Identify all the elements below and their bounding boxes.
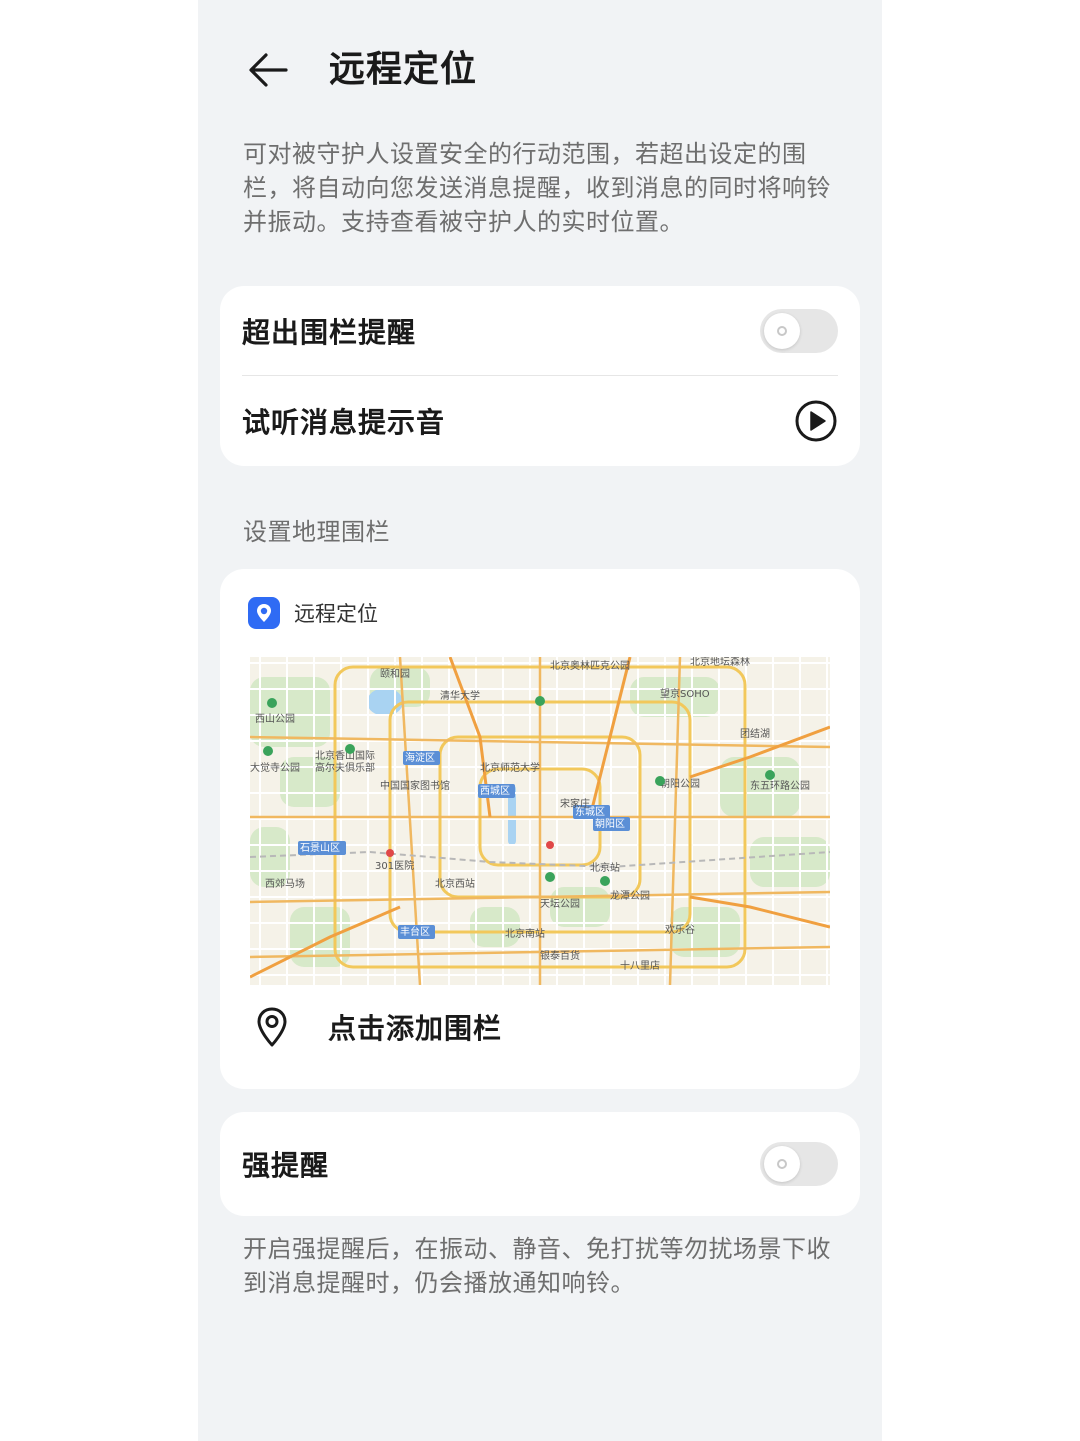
city-map: 颐和园清华大学 北京奥林匹克公园 北京地坛森林望京SOHO 西山公园北京香山国际高尔夫… xyxy=(250,657,830,985)
map-place-label: 北京师范大学 xyxy=(480,761,540,774)
strong-alert-toggle[interactable] xyxy=(760,1142,838,1186)
map-place-label: 北京西站 xyxy=(435,877,475,890)
map-place-label: 北京香山国际 xyxy=(315,749,375,762)
map-place-label: 301医院 xyxy=(375,859,414,872)
map-place-label: 天坛公园 xyxy=(540,898,580,910)
fence-alert-label: 超出围栏提醒 xyxy=(242,316,417,349)
map-poi-marker xyxy=(386,849,394,857)
arrow-left-icon xyxy=(249,53,288,87)
map-place-label: 中国国家图书馆 xyxy=(380,779,450,792)
map-place-label: 西郊马场 xyxy=(265,877,305,890)
map-place-label: 银泰百货 xyxy=(540,949,580,962)
map-lake xyxy=(367,688,403,716)
map-place-label: 北京奥林匹克公园 xyxy=(550,659,630,672)
preview-sound-label: 试听消息提示音 xyxy=(242,406,446,439)
toggle-knob xyxy=(764,313,800,349)
map-place-label: 北京地坛森林 xyxy=(690,657,750,668)
map-place-label: 丰台区 xyxy=(400,925,430,938)
map-park-marker xyxy=(545,872,555,882)
alert-settings-card: 超出围栏提醒 试听消息提示音 xyxy=(220,286,860,466)
map-place-label: 海淀区 xyxy=(405,751,435,764)
page-title: 远程定位 xyxy=(329,49,478,90)
map-park-marker xyxy=(263,746,273,756)
map-park-marker xyxy=(600,876,610,886)
play-sound-button[interactable] xyxy=(794,399,838,443)
map-place-label: 宋家庄 xyxy=(560,797,590,810)
map-place-label: 大觉寺公园 xyxy=(250,761,300,774)
map-place-label: 十八里店 xyxy=(620,959,660,972)
map-park-marker xyxy=(655,776,665,786)
map-view[interactable]: 颐和园清华大学 北京奥林匹克公园 北京地坛森林望京SOHO 西山公园北京香山国际 高尔夫… xyxy=(250,657,830,985)
map-place-label: 颐和园 xyxy=(380,668,410,680)
map-park-marker xyxy=(345,744,355,754)
map-park-marker xyxy=(535,696,545,706)
map-place-label: 西城区 xyxy=(480,785,510,797)
map-place-label: 北京南站 xyxy=(505,927,545,940)
toggle-knob xyxy=(764,1146,800,1182)
map-place-label: 朝阳公园 xyxy=(660,778,700,790)
map-place-label: 朝阳区 xyxy=(595,818,625,830)
add-fence-button[interactable]: 点击添加围栏 xyxy=(250,1005,502,1049)
map-park-marker xyxy=(765,770,775,780)
page-description: 可对被守护人设置安全的行动范围，若超出设定的围栏，将自动向您发送消息提醒，收到消… xyxy=(243,140,831,236)
map-place-label: 清华大学 xyxy=(440,689,480,702)
map-pin-outline-icon xyxy=(257,1007,287,1047)
app-header: 远程定位 xyxy=(198,0,882,140)
map-place-label: 高尔夫俱乐部 xyxy=(315,761,375,774)
map-park-area xyxy=(470,907,520,947)
map-app-name: 远程定位 xyxy=(294,602,378,626)
map-place-label: 望京SOHO xyxy=(660,687,710,700)
map-park-marker xyxy=(267,698,277,708)
map-poi-marker xyxy=(546,841,554,849)
map-place-label: 团结湖 xyxy=(740,727,770,740)
geofence-card: 远程定位 颐和园清华大学 北京奥林匹克公园 北京地坛森林望京SOHO 西山公园北京香山… xyxy=(220,569,860,1089)
map-card-header: 远程定位 xyxy=(248,597,378,629)
map-place-label: 东五环路公园 xyxy=(750,779,810,792)
screen: 远程定位 可对被守护人设置安全的行动范围，若超出设定的围栏，将自动向您发送消息提… xyxy=(198,0,882,1441)
map-place-label: 石景山区 xyxy=(300,842,340,854)
add-fence-label: 点击添加围栏 xyxy=(328,1012,503,1045)
map-place-label: 西山公园 xyxy=(255,713,295,725)
play-circle-icon xyxy=(795,400,837,442)
strong-alert-row: 强提醒 xyxy=(242,1119,838,1209)
fence-alert-row: 超出围栏提醒 xyxy=(242,286,838,376)
strong-alert-label: 强提醒 xyxy=(242,1149,330,1182)
preview-sound-row[interactable]: 试听消息提示音 xyxy=(242,376,838,466)
back-button[interactable] xyxy=(242,46,294,94)
map-place-label: 龙潭公园 xyxy=(610,889,650,902)
map-place-label: 欢乐谷 xyxy=(665,923,695,936)
map-place-label: 北京站 xyxy=(590,861,620,874)
strong-alert-note: 开启强提醒后，在振动、静音、免打扰等勿扰场景下收到消息提醒时，仍会播放通知响铃。 xyxy=(243,1235,831,1297)
geofence-section-title: 设置地理围栏 xyxy=(243,518,390,546)
location-pin-icon xyxy=(248,597,280,629)
fence-alert-toggle[interactable] xyxy=(760,309,838,353)
strong-alert-card: 强提醒 xyxy=(220,1112,860,1216)
